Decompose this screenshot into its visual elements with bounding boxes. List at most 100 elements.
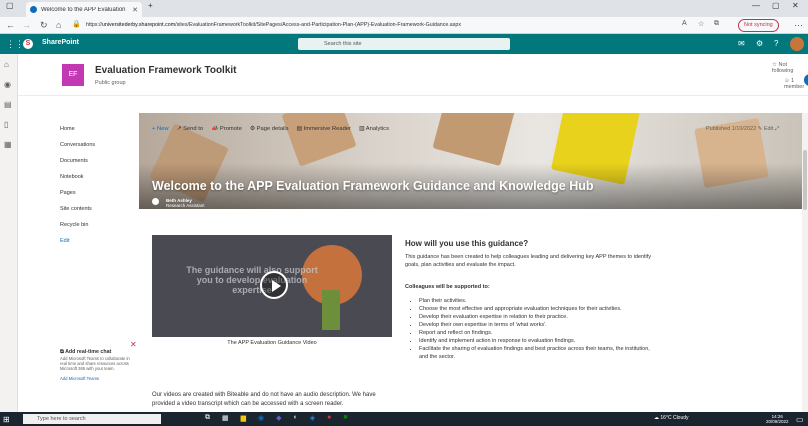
nav-edit-link[interactable]: Edit — [60, 238, 130, 254]
minimize-icon[interactable]: — — [752, 1, 760, 10]
widgets-icon[interactable]: ▦ — [222, 414, 229, 422]
edit-page-button[interactable]: ✎ Edit — [758, 126, 774, 132]
windows-start-icon[interactable]: ⊞ — [3, 415, 10, 424]
nav-item-documents[interactable]: Documents — [60, 158, 130, 174]
analytics-button[interactable]: ▥ Analytics — [359, 126, 389, 132]
new-button[interactable]: + New — [152, 126, 169, 132]
tab-favicon-icon — [30, 6, 37, 13]
list-item: Develop their own expertise in terms of … — [419, 321, 659, 329]
chat-panel-close-icon[interactable]: ✕ — [130, 340, 137, 349]
url-field[interactable]: https://universitederby.sharepoint.com/s… — [86, 20, 676, 31]
site-search-placeholder: Search this site — [324, 41, 362, 47]
list-item: Report and reflect on findings. — [419, 329, 659, 337]
rail-globe-icon[interactable]: ◉ — [4, 80, 11, 89]
favorite-icon[interactable]: ☆ — [698, 20, 704, 28]
chrome-icon[interactable]: ● — [327, 414, 331, 422]
refresh-icon[interactable]: ↻ — [40, 20, 48, 31]
outlook-icon[interactable]: ◈ — [310, 414, 315, 422]
guidance-bullets: Plan their activities. Choose the most e… — [419, 297, 659, 361]
task-view-icon[interactable]: ⧉ — [205, 414, 210, 422]
list-item: Develop their evaluation expertise in re… — [419, 313, 659, 321]
back-icon[interactable]: ← — [6, 20, 15, 30]
file-explorer-icon[interactable]: ▆ — [241, 414, 246, 422]
tab-close-icon[interactable]: ✕ — [132, 6, 138, 14]
supported-heading: Colleagues will be supported to: — [405, 284, 490, 290]
list-item: Choose the most effective and appropriat… — [419, 305, 659, 313]
hero-block-shape — [281, 113, 357, 167]
promote-button[interactable]: 📣 Promote — [211, 126, 242, 132]
nav-item-recycle-bin[interactable]: Recycle bin — [60, 222, 130, 238]
browser-tab[interactable]: Welcome to the APP Evaluation ✕ — [26, 2, 142, 17]
nav-item-pages[interactable]: Pages — [60, 190, 130, 206]
user-avatar[interactable] — [790, 37, 804, 51]
collections-icon[interactable]: ⧉ — [714, 20, 719, 28]
teams-chat-panel: ⧉ Add real-time chat Add Microsoft Teams… — [60, 349, 130, 381]
app-icon[interactable]: ◐ — [294, 414, 298, 422]
windows-taskbar: ⊞ Type here to search ⧉ ▦ ▆ ◉ ◆ ◐ ◈ ● ■ … — [0, 412, 808, 426]
nav-item-notebook[interactable]: Notebook — [60, 174, 130, 190]
nav-item-site-contents[interactable]: Site contents — [60, 206, 130, 222]
command-bar: + New ↗ Send to 📣 Promote ⚙ Page details… — [152, 126, 389, 132]
author-block[interactable]: Beth Ashley Research Assistant — [166, 198, 205, 208]
reader-label: Immersive Reader — [303, 126, 351, 132]
site-logo[interactable]: EF — [62, 64, 84, 86]
page-details-button[interactable]: ⚙ Page details — [250, 126, 289, 132]
rail-news-icon[interactable]: ▤ — [4, 100, 12, 109]
read-aloud-icon[interactable]: A — [682, 20, 687, 27]
hero-block-shape — [432, 113, 516, 167]
scrollbar-thumb[interactable] — [803, 150, 807, 210]
nav-item-home[interactable]: Home — [60, 126, 130, 142]
tab-title: Welcome to the APP Evaluation — [41, 6, 126, 13]
browser-tab-bar: ▢ Welcome to the APP Evaluation ✕ + — ▢ … — [0, 0, 808, 17]
rail-lists-icon[interactable]: ▦ — [4, 140, 12, 149]
video-player[interactable]: The guidance will also support you to de… — [152, 235, 392, 337]
add-teams-link[interactable]: Add Microsoft Teams — [60, 376, 130, 381]
new-tab-button[interactable]: + — [148, 1, 153, 10]
immersive-reader-button[interactable]: ▤ Immersive Reader — [297, 126, 351, 132]
nav-item-conversations[interactable]: Conversations — [60, 142, 130, 158]
author-avatar[interactable] — [152, 198, 159, 205]
app-launcher-icon[interactable]: ⋮⋮ — [6, 39, 24, 50]
send-to-button[interactable]: ↗ Send to — [177, 126, 203, 132]
edit-page-label: Edit — [763, 126, 774, 132]
list-item: Identify and implement action in respons… — [419, 337, 659, 345]
window-menu-icon[interactable]: ▢ — [6, 1, 14, 10]
stem-shape — [322, 290, 340, 330]
maximize-icon[interactable]: ▢ — [772, 1, 780, 10]
browser-menu-icon[interactable]: ⋯ — [794, 20, 803, 31]
close-window-icon[interactable]: ✕ — [792, 1, 799, 10]
chat-icon[interactable]: ✉ — [738, 39, 745, 48]
site-title[interactable]: Evaluation Framework Toolkit — [95, 65, 237, 76]
notifications-icon[interactable]: ▭ — [796, 415, 804, 424]
published-label: Published 1/10/2022 — [706, 126, 757, 132]
guidance-intro: This guidance has been created to help c… — [405, 254, 652, 268]
megaphone-icon: 📣 — [211, 126, 220, 132]
video-note: Our videos are created with Biteable and… — [152, 392, 376, 407]
rail-home-icon[interactable]: ⌂ — [4, 60, 9, 69]
taskbar-clock[interactable]: 14:26 20/09/2022 — [766, 414, 789, 424]
help-icon[interactable]: ? — [774, 39, 778, 48]
guidance-heading: How will you use this guidance? — [405, 239, 529, 248]
suite-app-name[interactable]: SharePoint — [42, 39, 79, 46]
chat-panel-title-text: Add real-time chat — [65, 349, 112, 355]
video-caption: The APP Evaluation Guidance Video — [227, 340, 317, 346]
sync-button[interactable]: Not syncing — [738, 19, 779, 32]
expand-icon[interactable]: ⤢ — [775, 126, 779, 132]
play-icon[interactable] — [260, 271, 288, 299]
follow-button[interactable]: ☆ Not following — [772, 62, 808, 74]
site-search-input[interactable]: Search this site — [298, 38, 510, 50]
excel-icon[interactable]: ■ — [343, 414, 347, 422]
app-rail: ⌂ ◉ ▤ ▯ ▦ — [0, 54, 18, 412]
site-subtitle: Public group — [95, 80, 126, 86]
rail-file-icon[interactable]: ▯ — [4, 120, 8, 129]
settings-gear-icon[interactable]: ⚙ — [756, 39, 763, 48]
address-bar: ← → ↻ ⌂ 🔒 https://universitederby.sharep… — [0, 17, 808, 34]
edge-icon[interactable]: ◉ — [258, 414, 264, 422]
forward-icon[interactable]: → — [22, 20, 31, 30]
weather-widget[interactable]: ☁ 16°C Cloudy — [654, 415, 689, 421]
home-icon[interactable]: ⌂ — [56, 20, 61, 30]
teams-taskbar-icon[interactable]: ◆ — [276, 414, 281, 422]
taskbar-search-input[interactable]: Type here to search — [23, 414, 161, 424]
list-item: Plan their activities. — [419, 297, 659, 305]
weather-label: 16°C Cloudy — [660, 415, 689, 421]
